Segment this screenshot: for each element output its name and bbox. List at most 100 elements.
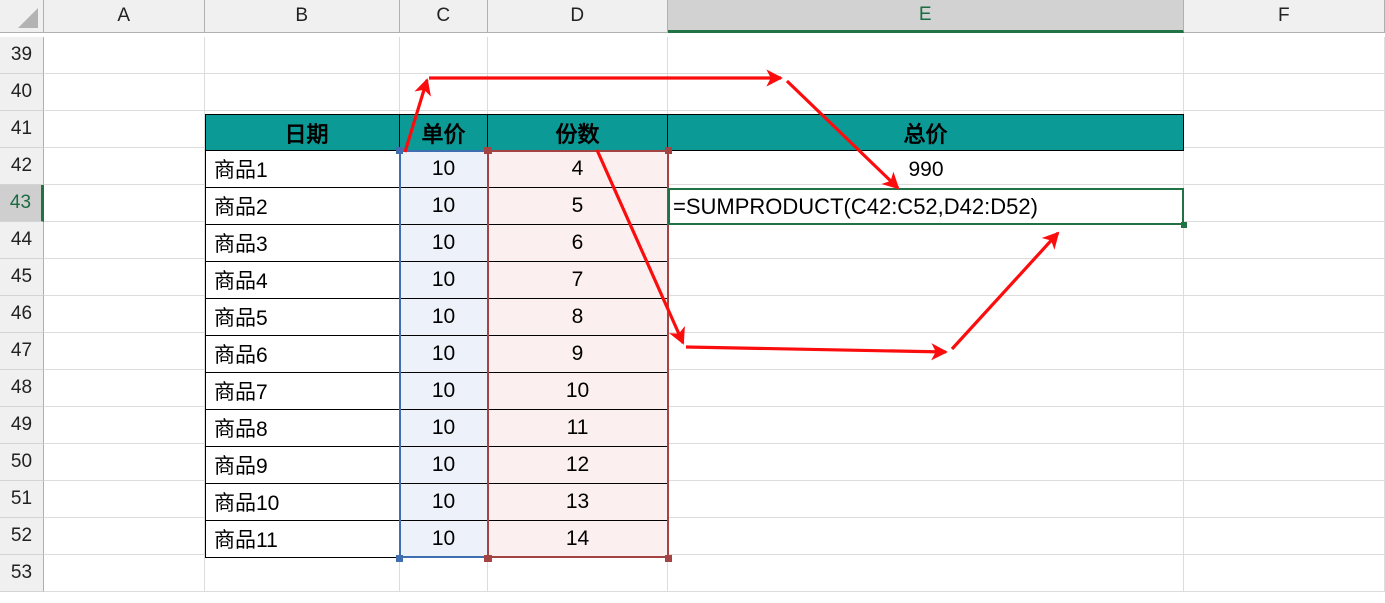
grid-cell[interactable] [668, 444, 1184, 481]
row-header-47[interactable]: 47 [0, 333, 44, 370]
grid-cell[interactable] [44, 74, 205, 111]
grid-cell[interactable] [1184, 111, 1385, 148]
grid-cell[interactable] [1184, 148, 1385, 185]
cell-unit-price[interactable]: 10 [400, 336, 488, 373]
grid-cell[interactable] [1184, 407, 1385, 444]
grid-cell[interactable] [44, 407, 205, 444]
cell-quantity[interactable]: 13 [488, 484, 668, 521]
cell-product-name[interactable]: 商品9 [205, 447, 400, 484]
grid-cell[interactable] [668, 333, 1184, 370]
row-header-52[interactable]: 52 [0, 518, 44, 555]
row-header-46[interactable]: 46 [0, 296, 44, 333]
cell-unit-price[interactable]: 10 [400, 410, 488, 447]
row-header-51[interactable]: 51 [0, 481, 44, 518]
cell-product-name[interactable]: 商品3 [205, 225, 400, 262]
row-header-40[interactable]: 40 [0, 74, 44, 111]
grid-cell[interactable] [1184, 481, 1385, 518]
row-header-41[interactable]: 41 [0, 111, 44, 148]
grid-cell[interactable] [44, 518, 205, 555]
grid-cell[interactable] [44, 481, 205, 518]
grid-cell[interactable] [205, 74, 400, 111]
grid-cell[interactable] [205, 555, 400, 592]
cell-quantity[interactable]: 11 [488, 410, 668, 447]
cell-quantity[interactable]: 9 [488, 336, 668, 373]
cell-quantity[interactable]: 14 [488, 521, 668, 558]
cell-quantity[interactable]: 6 [488, 225, 668, 262]
column-header-c[interactable]: C [400, 0, 488, 33]
row-header-44[interactable]: 44 [0, 222, 44, 259]
cell-E42-total-value[interactable]: 990 [668, 151, 1184, 188]
cell-quantity[interactable]: 12 [488, 447, 668, 484]
grid-cell[interactable] [44, 333, 205, 370]
cell-product-name[interactable]: 商品1 [205, 151, 400, 188]
grid-cell[interactable] [488, 555, 668, 592]
grid-cell[interactable] [44, 259, 205, 296]
row-header-42[interactable]: 42 [0, 148, 44, 185]
column-header-f[interactable]: F [1184, 0, 1385, 33]
cell-quantity[interactable]: 8 [488, 299, 668, 336]
row-header-50[interactable]: 50 [0, 444, 44, 481]
grid-cell[interactable] [400, 555, 488, 592]
column-header-e[interactable]: E [668, 0, 1184, 33]
grid-cell[interactable] [668, 555, 1184, 592]
grid-cell[interactable] [488, 74, 668, 111]
spreadsheet-grid[interactable]: 日期 单价 份数 总价 商品1 10 4 商品2 10 5 商品3 10 6 商品4 10 7 商品5 1… [0, 0, 1385, 603]
grid-cell[interactable] [668, 259, 1184, 296]
grid-cell[interactable] [668, 74, 1184, 111]
cell-product-name[interactable]: 商品10 [205, 484, 400, 521]
grid-cell[interactable] [668, 296, 1184, 333]
column-header-a[interactable]: A [44, 0, 205, 33]
cell-quantity[interactable]: 7 [488, 262, 668, 299]
row-header-39[interactable]: 39 [0, 37, 44, 74]
grid-cell[interactable] [488, 37, 668, 74]
grid-cell[interactable] [44, 555, 205, 592]
grid-cell[interactable] [1184, 74, 1385, 111]
grid-cell[interactable] [44, 148, 205, 185]
cell-unit-price[interactable]: 10 [400, 373, 488, 410]
cell-product-name[interactable]: 商品11 [205, 521, 400, 558]
row-header-43[interactable]: 43 [0, 185, 44, 222]
cell-product-name[interactable]: 商品6 [205, 336, 400, 373]
grid-cell[interactable] [1184, 259, 1385, 296]
cell-unit-price[interactable]: 10 [400, 225, 488, 262]
grid-cell[interactable] [44, 296, 205, 333]
cell-unit-price[interactable]: 10 [400, 262, 488, 299]
cell-unit-price[interactable]: 10 [400, 447, 488, 484]
grid-cell[interactable] [44, 222, 205, 259]
grid-cell[interactable] [668, 37, 1184, 74]
cell-unit-price[interactable]: 10 [400, 151, 488, 188]
cell-product-name[interactable]: 商品5 [205, 299, 400, 336]
grid-cell[interactable] [44, 37, 205, 74]
grid-cell[interactable] [44, 444, 205, 481]
cell-product-name[interactable]: 商品2 [205, 188, 400, 225]
row-header-53[interactable]: 53 [0, 555, 44, 592]
grid-cell[interactable] [44, 111, 205, 148]
grid-cell[interactable] [400, 37, 488, 74]
column-header-b[interactable]: B [205, 0, 400, 33]
cell-unit-price[interactable]: 10 [400, 188, 488, 225]
cell-unit-price[interactable]: 10 [400, 484, 488, 521]
grid-cell[interactable] [668, 222, 1184, 259]
cell-unit-price[interactable]: 10 [400, 299, 488, 336]
active-cell-fill-handle[interactable] [1181, 222, 1187, 228]
grid-cell[interactable] [1184, 333, 1385, 370]
grid-cell[interactable] [668, 370, 1184, 407]
cell-quantity[interactable]: 10 [488, 373, 668, 410]
row-header-48[interactable]: 48 [0, 370, 44, 407]
cell-unit-price[interactable]: 10 [400, 521, 488, 558]
grid-cell[interactable] [205, 37, 400, 74]
column-header-d[interactable]: D [488, 0, 668, 33]
grid-cell[interactable] [44, 370, 205, 407]
grid-cell[interactable] [400, 74, 488, 111]
grid-cell[interactable] [1184, 37, 1385, 74]
cell-quantity[interactable]: 5 [488, 188, 668, 225]
grid-cell[interactable] [668, 518, 1184, 555]
cell-product-name[interactable]: 商品8 [205, 410, 400, 447]
grid-cell[interactable] [1184, 370, 1385, 407]
grid-cell[interactable] [1184, 555, 1385, 592]
grid-cell[interactable] [1184, 518, 1385, 555]
grid-cell[interactable] [1184, 185, 1385, 222]
select-all-corner[interactable] [0, 0, 44, 33]
row-header-49[interactable]: 49 [0, 407, 44, 444]
row-header-45[interactable]: 45 [0, 259, 44, 296]
